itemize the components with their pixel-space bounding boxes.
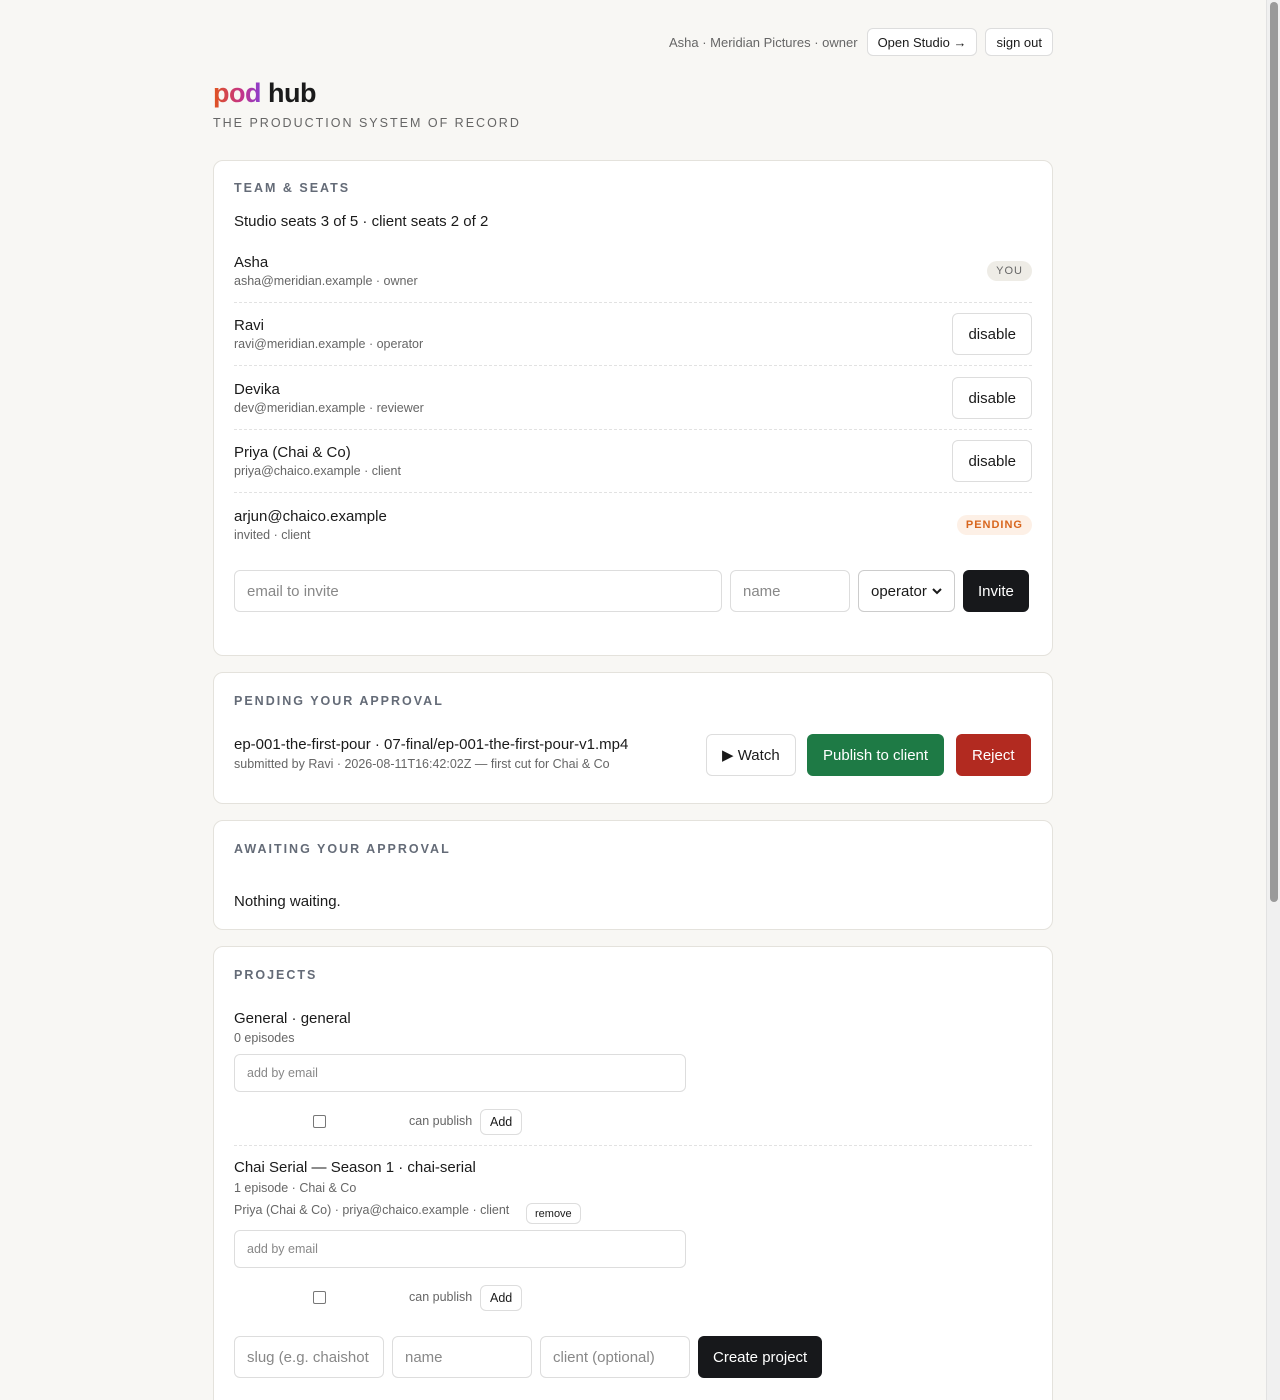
publish-to-client-button[interactable]: Publish to client (807, 734, 945, 776)
invite-button[interactable]: Invite (963, 570, 1029, 612)
role-select[interactable]: operator (858, 570, 955, 612)
slug-input[interactable]: slug (e.g. chaishot (234, 1336, 384, 1378)
open-studio-button[interactable]: Open Studio → (866, 28, 978, 56)
can-publish-label: can publish (409, 1290, 473, 1304)
member-meta: priya@chaico.example · client (234, 464, 401, 478)
can-publish-checkbox[interactable] (313, 1115, 326, 1128)
you-badge: YOU (987, 261, 1032, 281)
pending-item-title: ep-001-the-first-pour · 07-final/ep-001-… (234, 736, 629, 753)
project-title: Chai Serial — Season 1 · chai-serial (234, 1159, 476, 1176)
team-title: TEAM & SEATS (234, 181, 351, 195)
project-member: Priya (Chai & Co) · priya@chaico.example… (234, 1203, 510, 1217)
watch-button[interactable]: ▶ Watch (706, 734, 796, 776)
pending-item: ep-001-the-first-pour · 07-final/ep-001-… (234, 736, 628, 771)
add-member-button[interactable]: Add (480, 1109, 523, 1135)
client-input[interactable]: client (optional) (540, 1336, 690, 1378)
invite-email-input[interactable]: email to invite (234, 570, 722, 612)
create-project-button[interactable]: Create project (698, 1336, 823, 1378)
top-bar: Asha · Meridian Pictures · owner Open St… (669, 28, 1053, 56)
can-publish-label: can publish (409, 1114, 473, 1128)
project-name-input[interactable]: name (392, 1336, 532, 1378)
project-meta: 0 episodes (234, 1031, 295, 1045)
member-meta: ravi@meridian.example · operator (234, 337, 424, 351)
member-name: Ravi (234, 317, 265, 334)
member-name: arjun@chaico.example (234, 507, 387, 525)
member-meta: dev@meridian.example · reviewer (234, 401, 424, 415)
awaiting-title: AWAITING YOUR APPROVAL (234, 842, 451, 856)
logo: pod hub (213, 78, 316, 109)
member-row: Priya (Chai & Co) priya@chaico.example ·… (234, 430, 1032, 493)
member-name: Devika (234, 381, 280, 398)
project-meta: 1 episode · Chai & Co (234, 1181, 357, 1195)
pending-badge: PENDING (956, 514, 1032, 535)
scroll-thumb[interactable] (1270, 2, 1278, 902)
add-member-button[interactable]: Add (480, 1285, 523, 1311)
member-row: Asha asha@meridian.example · owner YOU (234, 240, 1032, 303)
project-divider (234, 1145, 1032, 1146)
disable-button[interactable]: disable (952, 440, 1032, 482)
member-name: Priya (Chai & Co) (234, 444, 351, 461)
pending-item-meta: submitted by Ravi · 2026-08-11T16:42:02Z… (234, 757, 610, 771)
awaiting-empty: Nothing waiting. (234, 893, 341, 910)
member-meta: invited · client (234, 527, 311, 542)
reject-button[interactable]: Reject (956, 734, 1031, 776)
seats-summary: Studio seats 3 of 5 · client seats 2 of … (234, 213, 489, 230)
projects-title: PROJECTS (234, 968, 318, 982)
sign-out-button[interactable]: sign out (985, 28, 1053, 56)
scrollbar[interactable] (1266, 0, 1280, 1400)
team-card: TEAM & SEATS Studio seats 3 of 5 · clien… (213, 160, 1053, 656)
member-row: arjun@chaico.example invited · client PE… (234, 493, 1032, 556)
logo-pod: pod (213, 78, 261, 108)
logo-hub: hub (268, 78, 316, 108)
member-meta: asha@meridian.example · owner (234, 274, 418, 288)
add-by-email-input[interactable]: add by email (234, 1230, 686, 1268)
add-by-email-input[interactable]: add by email (234, 1054, 686, 1092)
awaiting-card: AWAITING YOUR APPROVAL Nothing waiting. (213, 820, 1053, 930)
pending-title: PENDING YOUR APPROVAL (234, 694, 444, 708)
disable-button[interactable]: disable (952, 377, 1032, 419)
pending-card: PENDING YOUR APPROVAL ep-001-the-first-p… (213, 672, 1053, 804)
member-row: Devika dev@meridian.example · reviewer d… (234, 367, 1032, 430)
projects-card: PROJECTS General · general 0 episodes ad… (213, 946, 1053, 1400)
can-publish-checkbox[interactable] (313, 1291, 326, 1304)
role-select-value: operator (871, 582, 927, 600)
tagline: THE PRODUCTION SYSTEM OF RECORD (213, 116, 521, 130)
user-info: Asha · Meridian Pictures · owner (668, 34, 858, 50)
chevron-down-icon (932, 587, 942, 594)
invite-name-input[interactable]: name (730, 570, 850, 612)
project-title: General · general (234, 1010, 351, 1027)
remove-member-button[interactable]: remove (526, 1203, 581, 1224)
member-row: Ravi ravi@meridian.example · operator di… (234, 303, 1032, 366)
member-name: Asha (234, 254, 269, 271)
disable-button[interactable]: disable (952, 313, 1032, 355)
